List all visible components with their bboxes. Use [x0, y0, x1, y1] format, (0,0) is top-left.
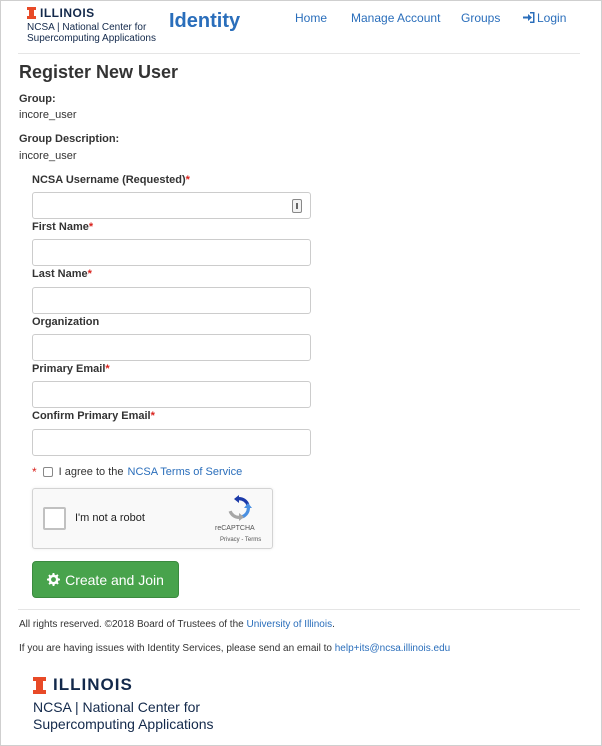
- nav-login-label: Login: [537, 11, 567, 25]
- brand-title[interactable]: Identity: [169, 10, 240, 33]
- primary-email-label: Primary Email*: [32, 363, 110, 375]
- recaptcha-icon: [228, 495, 252, 521]
- primary-email-input[interactable]: [32, 381, 311, 408]
- group-value: incore_user: [19, 109, 77, 121]
- required-marker: *: [88, 221, 94, 233]
- footer-illinois-logo[interactable]: ILLINOIS NCSA | National Center for Supe…: [33, 675, 214, 733]
- group-label: Group:: [19, 93, 56, 105]
- first-name-input[interactable]: [32, 239, 311, 266]
- terms-link[interactable]: NCSA Terms of Service: [128, 466, 243, 478]
- footer-logo-line1: NCSA | National Center for: [33, 699, 201, 715]
- organization-label: Organization: [32, 316, 100, 328]
- copyright-suffix: .: [332, 619, 335, 630]
- header-divider: [18, 53, 580, 54]
- nav-groups[interactable]: Groups: [461, 11, 500, 25]
- recaptcha-label: I'm not a robot: [75, 512, 145, 524]
- group-description-value: incore_user: [19, 150, 77, 162]
- nav-login[interactable]: Login: [523, 11, 566, 25]
- username-input[interactable]: [32, 192, 311, 219]
- confirm-email-label-text: Confirm Primary Email: [32, 410, 151, 422]
- create-and-join-button[interactable]: Create and Join: [32, 561, 179, 598]
- confirm-email-input[interactable]: [32, 429, 311, 456]
- university-link[interactable]: University of Illinois: [247, 619, 333, 630]
- last-name-label: Last Name*: [32, 268, 92, 280]
- group-description-label: Group Description:: [19, 133, 120, 145]
- top-navbar: ILLINOIS NCSA | National Center for Supe…: [0, 0, 602, 52]
- terms-checkbox[interactable]: [42, 467, 53, 477]
- recaptcha-brand: reCAPTCHA: [215, 525, 255, 532]
- illinois-logo[interactable]: ILLINOIS NCSA | National Center for Supe…: [27, 6, 162, 44]
- required-marker: *: [105, 363, 110, 375]
- sign-in-icon: [523, 12, 535, 23]
- nav-home[interactable]: Home: [295, 11, 327, 25]
- create-and-join-label: Create and Join: [65, 571, 164, 588]
- footer-logo-wordmark: ILLINOIS: [53, 675, 133, 694]
- illinois-block-i-icon: [33, 676, 46, 694]
- help-email-link[interactable]: help+its@ncsa.illinois.edu: [335, 643, 451, 654]
- last-name-label-text: Last Name: [32, 268, 88, 280]
- copyright-text: All rights reserved. ©2018 Board of Trus…: [19, 619, 244, 630]
- first-name-label: First Name*: [32, 221, 93, 233]
- copyright-line: All rights reserved. ©2018 Board of Trus…: [19, 619, 335, 630]
- recaptcha-widget: I'm not a robot reCAPTCHA Privacy - Term…: [32, 488, 273, 549]
- required-marker: *: [185, 174, 190, 186]
- required-marker: *: [87, 268, 92, 280]
- illinois-block-i-icon: [27, 7, 36, 19]
- primary-email-label-text: Primary Email: [32, 363, 106, 375]
- confirm-email-label: Confirm Primary Email*: [32, 410, 155, 422]
- nav-manage-account[interactable]: Manage Account: [351, 11, 440, 25]
- key-icon[interactable]: [292, 199, 302, 213]
- logo-subtitle: NCSA | National Center for Supercomputin…: [27, 22, 156, 44]
- agree-text: I agree to the: [58, 466, 124, 478]
- username-label: NCSA Username (Requested)*: [32, 174, 190, 186]
- recaptcha-checkbox[interactable]: [43, 507, 66, 530]
- page-title: Register New User: [19, 62, 179, 82]
- logo-wordmark: ILLINOIS: [40, 6, 95, 20]
- first-name-label-text: First Name: [32, 221, 89, 233]
- terms-agreement: * I agree to the NCSA Terms of Service: [32, 465, 242, 479]
- gear-icon: [47, 573, 61, 586]
- organization-input[interactable]: [32, 334, 311, 361]
- footer-divider: [18, 609, 580, 610]
- last-name-input[interactable]: [32, 287, 311, 314]
- help-line: If you are having issues with Identity S…: [19, 643, 450, 654]
- username-label-text: NCSA Username (Requested): [32, 174, 186, 186]
- recaptcha-links[interactable]: Privacy - Terms: [220, 537, 261, 543]
- help-text: If you are having issues with Identity S…: [19, 643, 332, 654]
- required-marker: *: [150, 410, 155, 422]
- required-marker: *: [32, 465, 37, 479]
- footer-logo-line2: Supercomputing Applications: [33, 716, 214, 732]
